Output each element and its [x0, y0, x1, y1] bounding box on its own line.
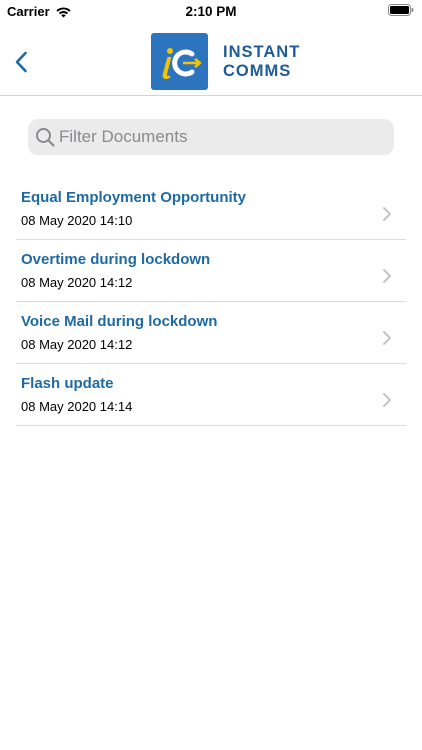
document-date: 08 May 2020 14:12: [21, 275, 133, 290]
chevron-right-icon: [383, 331, 391, 345]
instant-comms-logo: INSTANT COMMS: [151, 33, 300, 90]
document-row[interactable]: Flash update 08 May 2020 14:14: [16, 364, 406, 426]
search-bar: [28, 119, 394, 155]
document-date: 08 May 2020 14:14: [21, 399, 133, 414]
document-title: Overtime during lockdown: [21, 251, 211, 268]
chevron-right-icon: [383, 393, 391, 407]
filter-documents-input[interactable]: [59, 122, 379, 152]
document-row[interactable]: Equal Employment Opportunity 08 May 2020…: [16, 178, 406, 240]
document-row[interactable]: Voice Mail during lockdown 08 May 2020 1…: [16, 302, 406, 364]
battery-icon: [388, 4, 414, 16]
screen: Carrier 2:10 PM INSTANT COMMS Filter Doc…: [0, 0, 422, 750]
status-bar: Carrier 2:10 PM: [0, 0, 422, 24]
chevron-right-icon: [383, 207, 391, 221]
navigation-bar: INSTANT COMMS: [0, 24, 422, 96]
document-date: 08 May 2020 14:12: [21, 337, 133, 352]
status-right: [388, 4, 414, 16]
back-chevron-icon: [15, 51, 27, 73]
chevron-right-icon: [383, 269, 391, 283]
status-time: 2:10 PM: [185, 4, 237, 19]
document-date: 08 May 2020 14:10: [21, 213, 133, 228]
document-title: Voice Mail during lockdown: [21, 313, 218, 330]
document-row[interactable]: Overtime during lockdown 08 May 2020 14:…: [16, 240, 406, 302]
search-icon: [36, 128, 55, 147]
document-list: Equal Employment Opportunity 08 May 2020…: [16, 178, 406, 426]
back-button[interactable]: [6, 46, 36, 78]
document-title: Flash update: [21, 375, 114, 392]
logo-line-2: COMMS: [223, 61, 292, 80]
document-title: Equal Employment Opportunity: [21, 189, 247, 206]
logo-line-1: INSTANT: [223, 42, 301, 61]
logo-text: INSTANT COMMS: [223, 43, 300, 81]
logo-mark-icon: [151, 33, 208, 90]
